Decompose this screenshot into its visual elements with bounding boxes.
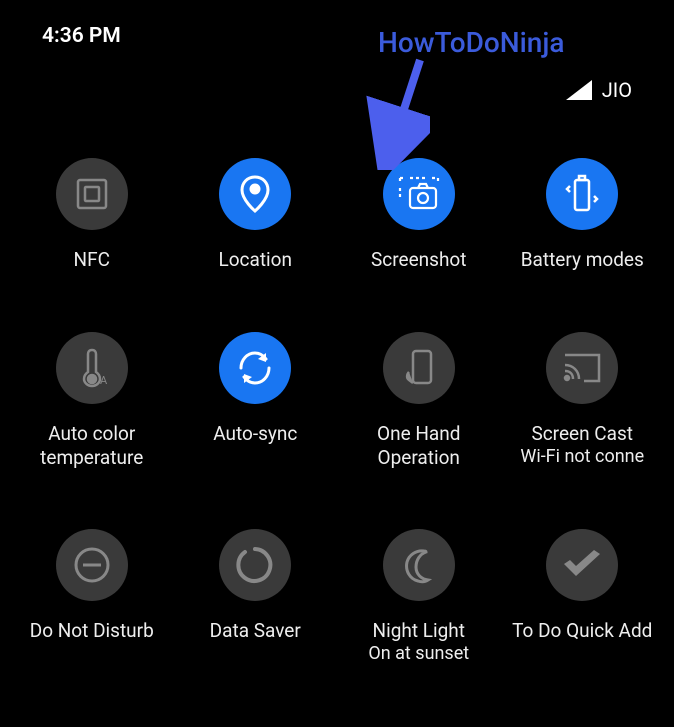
tile-label: Battery modes xyxy=(521,248,644,272)
location-icon xyxy=(219,158,291,230)
datasaver-icon xyxy=(219,529,291,601)
cast-icon xyxy=(546,332,618,404)
tile-sublabel: On at sunset xyxy=(368,643,469,666)
tile-todo-quick-add[interactable]: To Do Quick Add xyxy=(501,519,665,715)
tile-label: Auto color temperature xyxy=(14,422,169,470)
tile-label: Night Light xyxy=(373,619,465,643)
onehand-icon xyxy=(383,332,455,404)
tile-auto-color-temperature[interactable]: A Auto color temperature xyxy=(10,322,174,520)
dnd-icon xyxy=(56,529,128,601)
signal-icon xyxy=(566,80,592,100)
tile-nfc[interactable]: NFC xyxy=(10,148,174,322)
tile-auto-sync[interactable]: Auto-sync xyxy=(174,322,338,520)
tile-label: NFC xyxy=(74,248,110,272)
tile-do-not-disturb[interactable]: Do Not Disturb xyxy=(10,519,174,715)
tile-battery-modes[interactable]: Battery modes xyxy=(501,148,665,322)
todo-icon xyxy=(546,529,618,601)
sync-icon xyxy=(219,332,291,404)
status-icons: JIO xyxy=(566,78,632,102)
tile-screen-cast[interactable]: Screen Cast Wi-Fi not conne xyxy=(501,322,665,520)
tile-label: Screenshot xyxy=(371,248,466,272)
tile-data-saver[interactable]: Data Saver xyxy=(174,519,338,715)
tile-sublabel: Wi-Fi not conne xyxy=(520,446,644,469)
tile-location[interactable]: Location xyxy=(174,148,338,322)
svg-text:A: A xyxy=(100,374,108,387)
tile-label: Screen Cast xyxy=(531,422,633,446)
moon-icon xyxy=(383,529,455,601)
battery-icon xyxy=(546,158,618,230)
thermometer-icon: A xyxy=(56,332,128,404)
tile-screenshot[interactable]: Screenshot xyxy=(337,148,501,322)
tile-label: Location xyxy=(218,248,292,272)
tile-label: Auto-sync xyxy=(213,422,297,446)
tile-label: To Do Quick Add xyxy=(512,619,652,643)
tile-label: Data Saver xyxy=(210,619,301,643)
nfc-icon xyxy=(56,158,128,230)
watermark-text: HowToDoNinja xyxy=(378,26,564,59)
tile-night-light[interactable]: Night Light On at sunset xyxy=(337,519,501,715)
clock-time: 4:36 PM xyxy=(42,24,121,48)
tile-label: One Hand Operation xyxy=(341,422,496,470)
tile-one-hand[interactable]: One Hand Operation xyxy=(337,322,501,520)
carrier-label: JIO xyxy=(602,78,632,102)
tile-label: Do Not Disturb xyxy=(30,619,154,643)
annotation-arrow-icon xyxy=(320,50,430,170)
